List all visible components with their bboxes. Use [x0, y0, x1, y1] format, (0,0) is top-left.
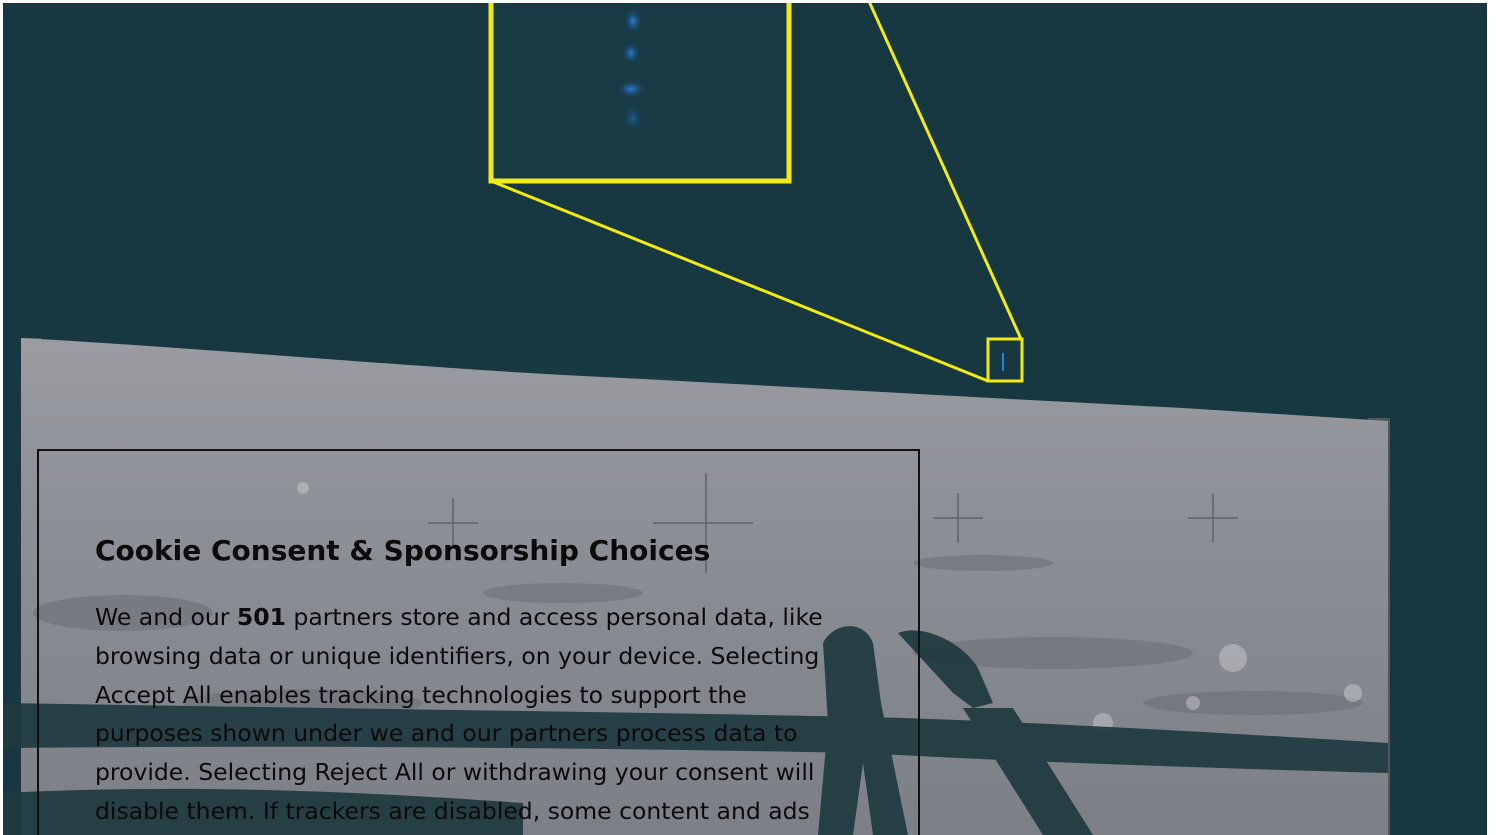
partner-count: 501 — [236, 603, 286, 631]
consent-title: Cookie Consent & Sponsorship Choices — [95, 534, 711, 567]
consent-body-suffix: partners store and access personal data,… — [95, 603, 823, 825]
consent-body-prefix: We and our — [95, 603, 237, 631]
page: Cookie Consent & Sponsorship Choices We … — [0, 0, 1496, 835]
cookie-consent-panel: Cookie Consent & Sponsorship Choices We … — [37, 449, 920, 835]
consent-body-text: We and our 501 partners store and access… — [95, 598, 855, 831]
